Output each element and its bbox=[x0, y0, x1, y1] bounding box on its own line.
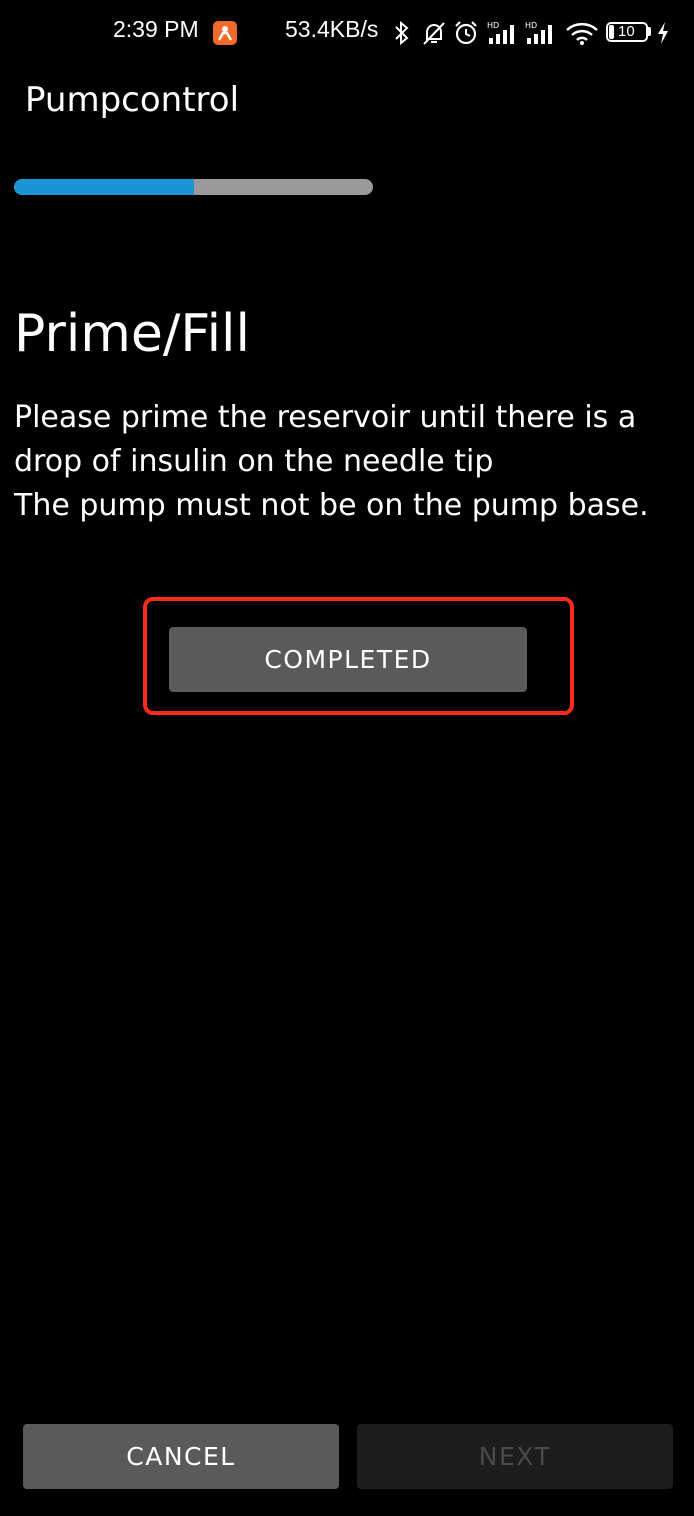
battery-icon: 10 bbox=[606, 22, 648, 42]
app-title: Pumpcontrol bbox=[25, 80, 240, 120]
bluetooth-icon bbox=[393, 20, 411, 50]
step-description-line: drop of insulin on the needle tip bbox=[14, 444, 494, 479]
completed-button[interactable]: COMPLETED bbox=[169, 627, 527, 692]
svg-text:HD: HD bbox=[525, 21, 537, 30]
battery-level: 10 bbox=[618, 23, 635, 40]
step-description: Please prime the reservoir until there i… bbox=[14, 396, 684, 528]
next-button[interactable]: NEXT bbox=[357, 1424, 673, 1489]
silent-bell-icon bbox=[421, 20, 447, 50]
charging-icon bbox=[656, 20, 670, 50]
signal-hd-icon: HD bbox=[525, 20, 557, 50]
step-description-line: The pump must not be on the pump base. bbox=[14, 488, 649, 523]
wifi-icon bbox=[565, 20, 599, 50]
step-description-line: Please prime the reservoir until there i… bbox=[14, 400, 637, 435]
step-title: Prime/Fill bbox=[14, 304, 250, 364]
status-time: 2:39 PM bbox=[113, 16, 199, 42]
status-bar: 2:39 PM 53.4KB/s HD HD 10 bbox=[0, 0, 694, 66]
signal-hd-icon: HD bbox=[487, 20, 519, 50]
alarm-icon bbox=[453, 20, 479, 50]
app-notification-icon bbox=[213, 21, 237, 45]
battery-nub bbox=[648, 27, 651, 36]
wizard-progress-fill bbox=[14, 179, 194, 195]
network-speed: 53.4KB/s bbox=[285, 16, 379, 42]
cancel-button[interactable]: CANCEL bbox=[23, 1424, 339, 1489]
wizard-progress-bar bbox=[14, 179, 373, 195]
svg-text:HD: HD bbox=[487, 21, 499, 30]
